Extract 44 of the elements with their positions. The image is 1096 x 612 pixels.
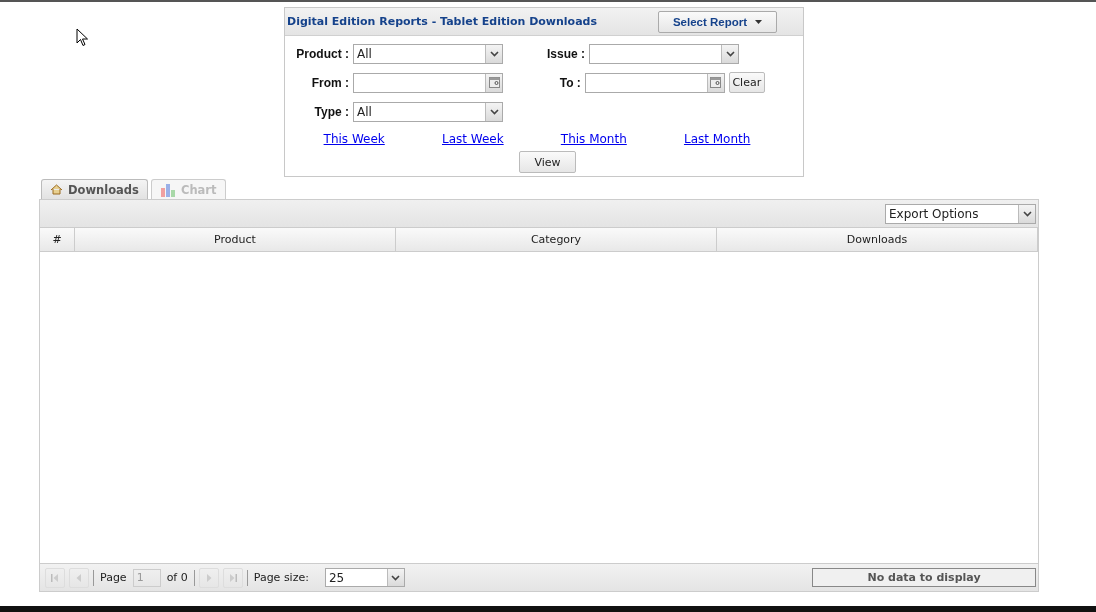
date-range-link[interactable]: Last Week xyxy=(441,132,504,146)
page-size-label: Page size: xyxy=(253,571,309,584)
bar-chart-icon xyxy=(159,182,176,197)
dropdown-field[interactable] xyxy=(589,43,739,64)
field-label: Type : xyxy=(313,104,350,119)
chevron-down-icon xyxy=(391,574,401,581)
chevron-down-icon xyxy=(725,50,735,57)
previous-page-icon[interactable] xyxy=(69,567,89,588)
mouse-pointer-icon xyxy=(76,28,89,47)
dropdown-field[interactable]: All xyxy=(353,43,503,64)
column-header[interactable]: # xyxy=(40,228,75,251)
first-page-icon[interactable] xyxy=(45,567,65,588)
field-label: Product : xyxy=(295,46,350,61)
house-icon xyxy=(50,184,63,195)
chevron-down-icon xyxy=(489,50,499,57)
chevron-down-icon xyxy=(489,108,499,115)
last-page-icon[interactable] xyxy=(222,567,243,588)
chevron-down-icon xyxy=(1022,210,1032,217)
column-header[interactable]: Category xyxy=(396,228,717,251)
next-page-icon[interactable] xyxy=(198,567,219,588)
calendar-icon xyxy=(488,77,500,88)
date-range-link[interactable]: This Week xyxy=(323,132,385,146)
page-count: of 0 xyxy=(166,571,188,584)
column-header[interactable]: Downloads xyxy=(717,228,1038,251)
report-title: Digital Edition Reports - Tablet Edition Downloads xyxy=(287,15,597,28)
select-report-button[interactable]: Select Report xyxy=(658,10,777,33)
field-label: Issue : xyxy=(546,46,586,61)
no-data-status: No data to display xyxy=(812,568,1036,587)
date-range-link[interactable]: Last Month xyxy=(683,132,751,146)
field-label: From : xyxy=(310,75,350,90)
view-button[interactable]: View xyxy=(519,151,576,173)
page-label: Page xyxy=(100,571,127,584)
export-options-dropdown[interactable]: Export Options xyxy=(885,203,1036,224)
date-range-link[interactable]: This Month xyxy=(560,132,627,146)
page-size-dropdown[interactable]: 25 xyxy=(324,568,405,587)
field-label: To : xyxy=(558,75,582,90)
column-header[interactable]: Product xyxy=(75,228,396,251)
tab[interactable]: Downloads xyxy=(41,179,148,199)
date-field[interactable] xyxy=(353,72,503,93)
clear-button[interactable]: Clear xyxy=(728,72,765,93)
dropdown-field[interactable]: All xyxy=(353,101,503,122)
calendar-icon xyxy=(710,77,722,88)
caret-icon xyxy=(755,20,763,25)
date-field[interactable] xyxy=(584,72,725,93)
